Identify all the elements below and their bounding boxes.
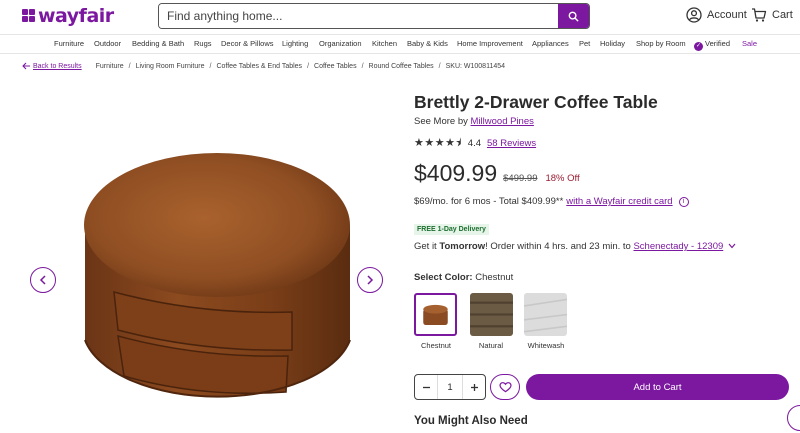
star-rating-icon: ★★★★⯨ [414, 137, 462, 149]
cart-label: Cart [772, 9, 793, 21]
price-row: $409.99 $499.99 18% Off [414, 160, 580, 187]
carousel-next-button[interactable] [357, 267, 383, 293]
breadcrumb-separator: / [128, 62, 131, 70]
breadcrumb-separator: / [438, 62, 441, 70]
product-title: Brettly 2-Drawer Coffee Table [414, 92, 658, 112]
chevron-down-icon[interactable] [728, 243, 736, 249]
verified-check-icon: ✓ [694, 42, 703, 51]
swatch-label-natural: Natural [478, 341, 504, 350]
heart-icon [498, 382, 512, 393]
financing-info: $69/mo. for 6 mos - Total $409.99** with… [414, 196, 689, 207]
breadcrumb-item-furniture[interactable]: Furniture [96, 63, 124, 70]
whitewash-swatch-image [524, 293, 567, 336]
breadcrumb: Back to Results Furniture / Living Room … [22, 62, 505, 70]
info-icon[interactable]: i [678, 196, 689, 207]
wayfair-logo[interactable]: wayfair [22, 5, 114, 27]
nav-item-pet[interactable]: Pet [579, 39, 590, 48]
original-price: $499.99 [503, 173, 538, 184]
see-more-prefix: See More by [414, 116, 468, 127]
breadcrumb-separator: / [209, 62, 212, 70]
delivery-location-link[interactable]: Schenectady - 12309 [633, 241, 723, 252]
swatch-natural[interactable] [470, 293, 513, 336]
nav-item-verified[interactable]: ✓ Verified [694, 39, 730, 51]
nav-item-sale[interactable]: Sale [742, 39, 757, 48]
cart-icon [752, 8, 767, 22]
financing-text: $69/mo. for 6 mos - Total $409.99** [414, 196, 564, 207]
delivery-middle: ! Order within 4 hrs. and 23 min. to [485, 241, 631, 252]
logo-mark-icon [22, 9, 36, 23]
nav-item-decor-pillows[interactable]: Decor & Pillows [221, 39, 274, 48]
nav-item-rugs[interactable]: Rugs [194, 39, 212, 48]
swatch-chestnut[interactable] [414, 293, 457, 336]
nav-item-outdoor[interactable]: Outdoor [94, 39, 121, 48]
swatch-whitewash[interactable] [524, 293, 567, 336]
add-to-cart-button[interactable]: Add to Cart [526, 374, 789, 400]
nav-item-kitchen[interactable]: Kitchen [372, 39, 397, 48]
delivery-prefix: Get it [414, 241, 437, 252]
chevron-left-icon [39, 275, 46, 285]
chevron-right-icon [367, 275, 374, 285]
reviews-link[interactable]: 58 Reviews [487, 138, 536, 149]
nav-item-appliances[interactable]: Appliances [532, 39, 569, 48]
breadcrumb-separator: / [361, 62, 364, 70]
account-label: Account [707, 9, 747, 21]
sale-price: $409.99 [414, 160, 498, 186]
search-icon [568, 11, 579, 22]
delivery-estimate: Get it Tomorrow! Order within 4 hrs. and… [414, 241, 736, 252]
free-delivery-badge: FREE 1-Day Delivery [414, 224, 489, 235]
coffee-table-illustration [84, 153, 351, 398]
breadcrumb-item-coffee-end-tables[interactable]: Coffee Tables & End Tables [216, 63, 302, 70]
swatch-label-whitewash: Whitewash [527, 341, 565, 350]
decrease-quantity-button[interactable] [415, 375, 437, 399]
see-more-brand: See More by Millwood Pines [414, 116, 534, 127]
carousel-edge-button[interactable] [787, 405, 800, 431]
back-arrow-icon [22, 62, 30, 70]
selected-color: Chestnut [475, 272, 514, 283]
breadcrumb-item-living-room[interactable]: Living Room Furniture [136, 63, 205, 70]
favorite-button[interactable] [490, 374, 520, 400]
account-icon [686, 7, 702, 23]
category-nav: Furniture Outdoor Bedding & Bath Rugs De… [0, 34, 800, 54]
product-image[interactable] [60, 140, 370, 430]
back-to-results-link[interactable]: Back to Results [33, 63, 82, 70]
brand-link[interactable]: Millwood Pines [471, 116, 534, 127]
search-input[interactable] [159, 4, 558, 28]
quantity-stepper: 1 [414, 374, 486, 400]
product-rating: ★★★★⯨ 4.4 58 Reviews [414, 134, 536, 153]
nav-item-organization[interactable]: Organization [319, 39, 362, 48]
nav-item-holiday[interactable]: Holiday [600, 39, 625, 48]
breadcrumb-sku: SKU: W100811454 [445, 62, 506, 70]
search-bar [158, 3, 590, 29]
swatch-label-chestnut: Chestnut [420, 341, 452, 350]
breadcrumb-item-coffee-tables[interactable]: Coffee Tables [314, 63, 357, 70]
chestnut-swatch-image [418, 297, 453, 332]
increase-quantity-button[interactable] [463, 375, 485, 399]
color-label-prefix: Select Color: [414, 272, 473, 283]
breadcrumb-item-round-coffee-tables[interactable]: Round Coffee Tables [369, 63, 434, 70]
natural-swatch-image [470, 293, 513, 336]
breadcrumb-separator: / [307, 62, 310, 70]
credit-card-link[interactable]: with a Wayfair credit card [566, 196, 672, 207]
logo-text: wayfair [38, 5, 114, 27]
header: wayfair Account Cart [0, 0, 800, 34]
nav-item-bedding-bath[interactable]: Bedding & Bath [132, 39, 184, 48]
nav-item-home-improvement[interactable]: Home Improvement [457, 39, 523, 48]
nav-item-verified-label: Verified [705, 39, 731, 48]
carousel-prev-button[interactable] [30, 267, 56, 293]
nav-item-shop-by-room[interactable]: Shop by Room [636, 39, 686, 48]
nav-item-furniture[interactable]: Furniture [54, 39, 84, 48]
plus-icon [470, 383, 478, 391]
you-might-also-need-heading: You Might Also Need [414, 415, 528, 427]
color-selector-label: Select Color: Chestnut [414, 272, 513, 283]
nav-item-lighting[interactable]: Lighting [282, 39, 308, 48]
account-button[interactable]: Account [686, 7, 747, 23]
minus-icon [422, 386, 430, 388]
nav-item-baby-kids[interactable]: Baby & Kids [407, 39, 448, 48]
quantity-value[interactable]: 1 [437, 375, 463, 399]
rating-value: 4.4 [467, 138, 481, 149]
discount-badge: 18% Off [545, 173, 580, 184]
search-button[interactable] [558, 4, 589, 28]
cart-button[interactable]: Cart [751, 7, 793, 23]
delivery-day: Tomorrow [439, 241, 486, 252]
